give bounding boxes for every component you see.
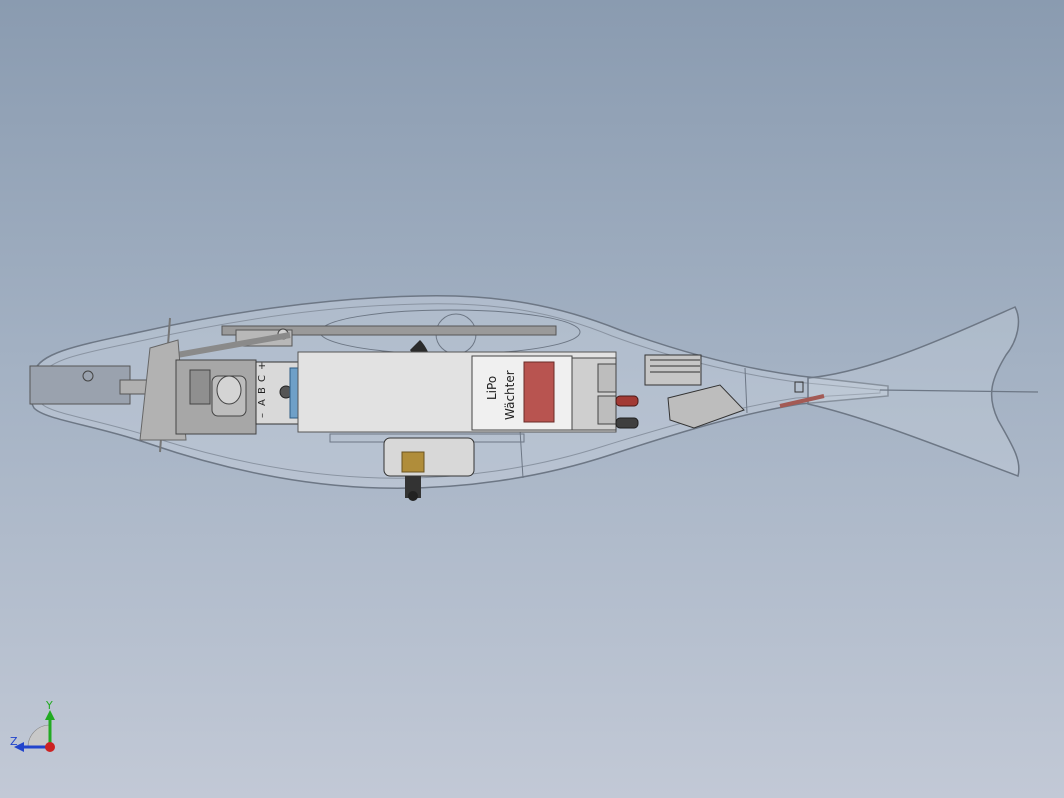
lipo-battery[interactable]: LiPo Wächter — [297, 351, 617, 433]
lipo-label: LiPo — [485, 376, 499, 400]
motor-controller[interactable]: – A B C + — [255, 361, 299, 425]
waechter-label: Wächter — [503, 370, 517, 420]
view-orientation-triad[interactable]: Y Z — [10, 699, 55, 752]
lipo-indicator — [523, 361, 555, 423]
x-axis — [45, 742, 55, 752]
controller-plus-label: + — [257, 362, 268, 370]
fish-robot-model[interactable]: – A B C + LiPo Wächter Y Z — [0, 0, 1064, 798]
z-axis-label: Z — [10, 735, 18, 748]
controller-terminal-c: C — [257, 375, 268, 382]
controller-terminal-b: B — [257, 387, 268, 394]
cad-viewport[interactable]: – A B C + LiPo Wächter Y Z — [0, 0, 1064, 798]
controller-minus-label: – — [257, 413, 268, 418]
y-axis-label: Y — [45, 699, 53, 712]
servo-housing[interactable] — [175, 359, 257, 435]
controller-terminal-a: A — [257, 399, 268, 406]
